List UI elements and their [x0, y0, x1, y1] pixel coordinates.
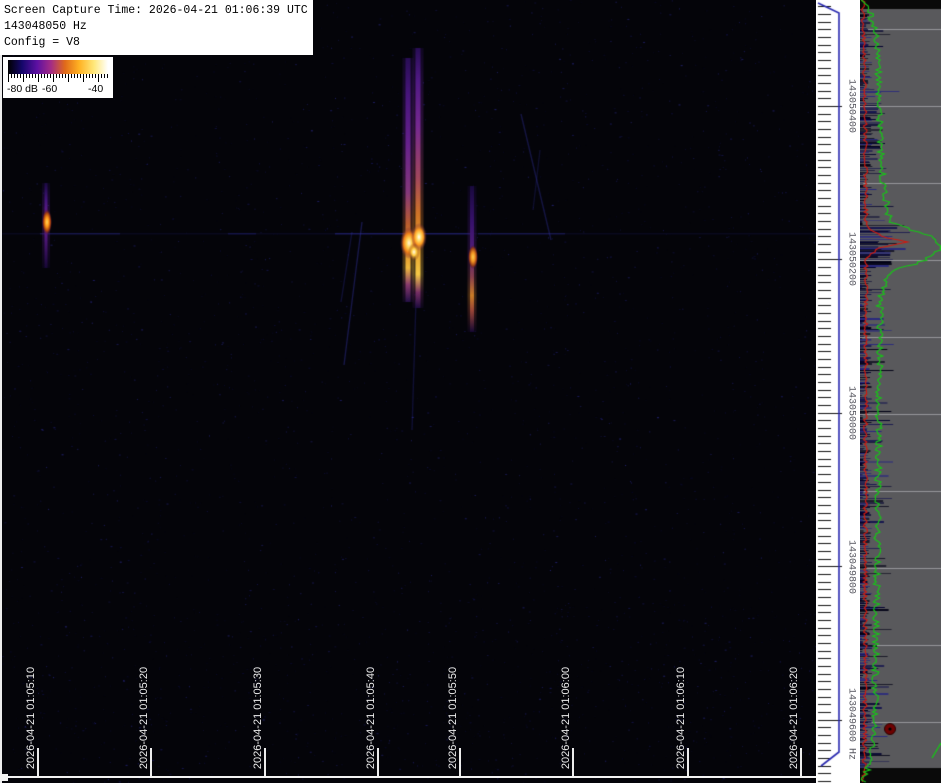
waterfall-display	[0, 0, 816, 783]
time-tick	[377, 748, 379, 776]
time-label: 2026-04-21 01:05:40	[365, 667, 377, 769]
time-label: 2026-04-21 01:05:10	[25, 667, 37, 769]
freq-label: 143050000	[846, 386, 857, 440]
colorbar-label-mid: -60	[42, 83, 57, 95]
capture-time-text: Screen Capture Time: 2026-04-21 01:06:39…	[4, 3, 309, 19]
freq-label: 143050400	[846, 79, 857, 133]
time-label: 2026-04-21 01:05:20	[138, 667, 150, 769]
time-label: 2026-04-21 01:06:10	[675, 667, 687, 769]
freq-label: 143050200	[846, 232, 857, 286]
freq-label: 143049600 Hz	[846, 688, 857, 760]
time-tick	[150, 748, 152, 776]
time-label: 2026-04-21 01:06:00	[560, 667, 572, 769]
colorbar-label-min: -80 dB	[7, 83, 38, 95]
colorbar-labels: -80 dB -60 -40	[6, 83, 110, 96]
time-tick	[459, 748, 461, 776]
center-frequency-text: 143048050 Hz	[4, 19, 309, 35]
time-axis-corner	[0, 774, 8, 781]
capture-info-box: Screen Capture Time: 2026-04-21 01:06:39…	[0, 0, 313, 55]
spectrum-panel	[860, 0, 941, 783]
colorbar-label-max: -40	[88, 83, 103, 95]
colorbar-gradient	[8, 60, 108, 74]
time-label: 2026-04-21 01:05:30	[252, 667, 264, 769]
time-tick	[572, 748, 574, 776]
time-tick	[264, 748, 266, 776]
time-tick	[687, 748, 689, 776]
left-border-line	[0, 0, 2, 783]
config-text: Config = V8	[4, 35, 309, 51]
colorbar-major-ticks	[8, 78, 108, 82]
time-axis-line	[0, 776, 818, 778]
time-tick	[800, 748, 802, 776]
time-tick	[37, 748, 39, 776]
time-label: 2026-04-21 01:05:50	[447, 667, 459, 769]
freq-label: 143049800	[846, 540, 857, 594]
spectrogram-app: Screen Capture Time: 2026-04-21 01:06:39…	[0, 0, 941, 783]
time-label: 2026-04-21 01:06:20	[788, 667, 800, 769]
colorbar-legend: -80 dB -60 -40	[3, 57, 113, 98]
